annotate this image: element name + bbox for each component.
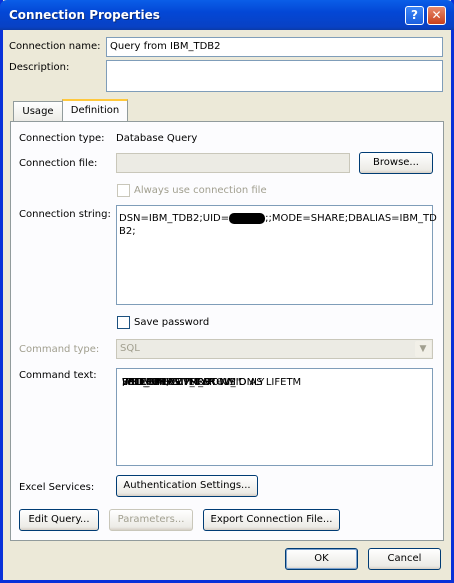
always-use-label: Always use connection file bbox=[134, 185, 267, 196]
ok-label: OK bbox=[314, 553, 329, 564]
tab-definition-label: Definition bbox=[70, 105, 120, 116]
save-password-checkbox[interactable] bbox=[117, 316, 130, 329]
connection-string-line2: B2; bbox=[119, 226, 136, 237]
description-input[interactable] bbox=[106, 60, 443, 92]
export-connection-file-label: Export Connection File... bbox=[210, 514, 333, 525]
command-text-label: Command text: bbox=[19, 370, 97, 381]
save-password-label: Save password bbox=[134, 317, 210, 328]
command-type-select[interactable]: SQL ▼ bbox=[116, 339, 433, 359]
parameters-button[interactable]: Parameters... bbox=[109, 509, 193, 531]
connection-name-value: Query from IBM_TDB2 bbox=[110, 41, 221, 52]
connection-name-label: Connection name: bbox=[9, 41, 101, 52]
connection-string-line1a: DSN=IBM_TDB2;UID= bbox=[119, 213, 230, 224]
close-icon[interactable]: ✕ bbox=[427, 6, 446, 25]
dialog-title: Connection Properties bbox=[9, 8, 160, 22]
tab-usage[interactable]: Usage bbox=[13, 101, 63, 121]
redacted-block bbox=[229, 212, 266, 224]
authentication-settings-label: Authentication Settings... bbox=[123, 480, 251, 491]
connection-file-input[interactable] bbox=[116, 153, 350, 173]
connection-name-input[interactable]: Query from IBM_TDB2 bbox=[106, 37, 443, 57]
edit-query-button[interactable]: Edit Query... bbox=[19, 509, 99, 531]
always-use-checkbox[interactable] bbox=[117, 184, 130, 197]
browse-button-label: Browse... bbox=[373, 157, 419, 168]
connection-type-label: Connection type: bbox=[19, 133, 105, 144]
edit-query-label: Edit Query... bbox=[28, 514, 90, 525]
browse-button[interactable]: Browse... bbox=[359, 152, 433, 174]
command-text-input[interactable]: SELECT LIFETM_PROV_ID AS LIFETM ,FST_NM … bbox=[116, 368, 433, 466]
command-text-line: WITH UR; bbox=[122, 377, 170, 388]
tab-usage-label: Usage bbox=[22, 106, 54, 117]
description-label: Description: bbox=[9, 62, 70, 73]
parameters-label: Parameters... bbox=[117, 514, 185, 525]
connection-string-line1b: ;;MODE=SHARE;DBALIAS=IBM_TD bbox=[265, 213, 437, 224]
export-connection-file-button[interactable]: Export Connection File... bbox=[203, 509, 340, 531]
connection-string-input[interactable]: DSN=IBM_TDB2;UID= ;;MODE=SHARE;DBALIAS=IB… bbox=[116, 205, 437, 305]
tab-definition[interactable]: Definition bbox=[62, 99, 128, 121]
cancel-button[interactable]: Cancel bbox=[368, 548, 441, 570]
connection-string-label: Connection string: bbox=[19, 209, 111, 220]
command-type-label: Command type: bbox=[19, 344, 100, 355]
ok-button[interactable]: OK bbox=[285, 548, 358, 570]
connection-file-label: Connection file: bbox=[19, 158, 98, 169]
command-type-value: SQL bbox=[120, 343, 140, 354]
connection-type-value: Database Query bbox=[116, 133, 198, 144]
chevron-down-icon[interactable]: ▼ bbox=[415, 341, 431, 357]
excel-services-label: Excel Services: bbox=[19, 482, 95, 493]
title-bar[interactable]: Connection Properties ? ✕ bbox=[0, 0, 454, 30]
cancel-label: Cancel bbox=[387, 553, 422, 564]
help-icon[interactable]: ? bbox=[405, 6, 424, 25]
authentication-settings-button[interactable]: Authentication Settings... bbox=[116, 475, 258, 497]
